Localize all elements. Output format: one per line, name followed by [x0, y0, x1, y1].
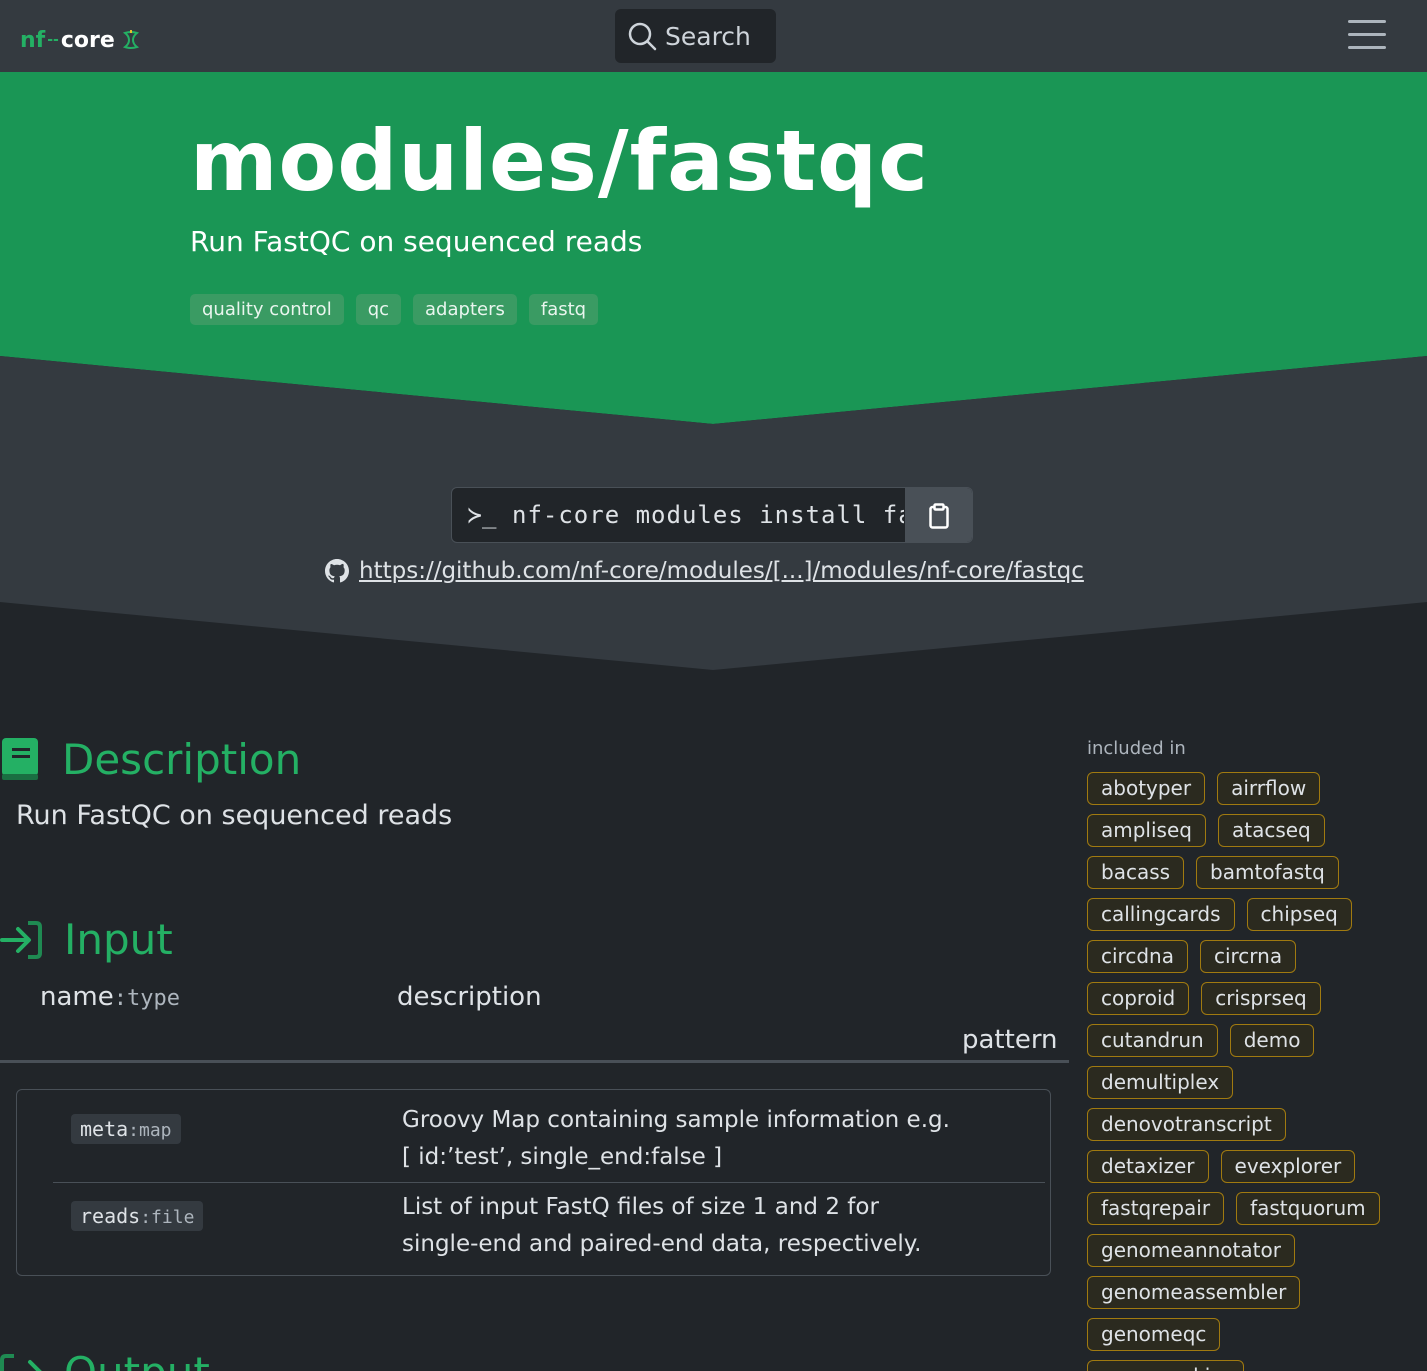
pipeline-pill[interactable]: circrna: [1199, 940, 1297, 973]
row-divider: [53, 1182, 1045, 1183]
page-subtitle: Run FastQC on sequenced reads: [190, 225, 643, 258]
pipeline-pill[interactable]: ampliseq: [1087, 814, 1206, 847]
description-text: Run FastQC on sequenced reads: [16, 800, 453, 831]
menu-toggle-button[interactable]: [1348, 20, 1386, 52]
install-section: ≻_ nf-core modules install fastqc https:…: [0, 356, 1427, 671]
pipeline-pill[interactable]: airrflow: [1217, 772, 1321, 805]
keyword-tags: quality control qc adapters fastq: [190, 294, 599, 325]
github-url-link[interactable]: https://github.com/nf-core/modules/[...]…: [359, 558, 1084, 584]
pipeline-pill[interactable]: bacass: [1087, 856, 1185, 889]
install-command-box: ≻_ nf-core modules install fastqc: [451, 487, 973, 543]
navbar: nf -- core Search: [0, 0, 1427, 72]
page-title: modules/fastqc: [190, 112, 929, 210]
pipeline-pill[interactable]: genomeannotator: [1087, 1234, 1295, 1267]
clipboard-icon: [928, 503, 949, 529]
column-header-description: description: [397, 982, 542, 1012]
pipeline-pill[interactable]: abotyper: [1087, 772, 1206, 805]
pipeline-pill[interactable]: chipseq: [1246, 898, 1352, 931]
input-arrow-icon: [0, 920, 42, 959]
output-heading: Output: [0, 1348, 210, 1371]
pipeline-pill[interactable]: genomeskim: [1087, 1360, 1244, 1371]
description-heading: Description: [0, 735, 301, 784]
apple-core-icon: [122, 30, 139, 49]
input-description: Groovy Map containing sample information…: [402, 1107, 950, 1170]
pipeline-pill[interactable]: demultiplex: [1087, 1066, 1234, 1099]
pipeline-pill[interactable]: cutandrun: [1087, 1024, 1218, 1057]
copy-button[interactable]: [905, 488, 972, 542]
book-icon: [2, 737, 38, 780]
keyword-tag: quality control: [190, 294, 344, 325]
pipeline-pill[interactable]: circdna: [1087, 940, 1188, 973]
input-description: List of input FastQ files of size 1 and …: [402, 1194, 922, 1257]
nf-core-logo[interactable]: nf -- core: [20, 25, 139, 55]
keyword-tag: qc: [355, 294, 402, 325]
included-in-label: included in: [1087, 738, 1186, 759]
input-table: meta:map Groovy Map containing sample in…: [16, 1089, 1051, 1276]
hamburger-icon: [1348, 20, 1386, 23]
output-arrow-icon: [0, 1353, 42, 1371]
search-button[interactable]: Search: [615, 9, 776, 63]
pipeline-pill[interactable]: denovotranscript: [1087, 1108, 1286, 1141]
github-icon: [325, 559, 349, 583]
column-header-pattern: pattern: [962, 1025, 1058, 1055]
pipeline-list: abotyper airrflow ampliseq atacseq bacass bam…: [1087, 772, 1387, 1371]
pipeline-pill[interactable]: callingcards: [1087, 898, 1235, 931]
pipeline-pill[interactable]: evexplorer: [1220, 1150, 1356, 1183]
pipeline-pill[interactable]: bamtofastq: [1196, 856, 1339, 889]
pipeline-pill[interactable]: fastqrepair: [1087, 1192, 1225, 1225]
input-heading: Input: [0, 915, 173, 964]
terminal-prompt-icon: ≻_: [467, 501, 497, 529]
keyword-tag: fastq: [528, 294, 599, 325]
search-icon: [628, 22, 657, 51]
input-name-chip: meta:map: [71, 1114, 181, 1144]
pipeline-pill[interactable]: genomeassembler: [1087, 1276, 1301, 1309]
pipeline-pill[interactable]: crisprseq: [1201, 982, 1321, 1015]
pipeline-pill[interactable]: atacseq: [1217, 814, 1325, 847]
table-header-divider: [0, 1060, 1069, 1063]
pipeline-pill[interactable]: genomeqc: [1087, 1318, 1221, 1351]
pipeline-pill[interactable]: detaxizer: [1087, 1150, 1209, 1183]
pipeline-pill[interactable]: coproid: [1087, 982, 1190, 1015]
column-header-name: name:type: [40, 982, 180, 1012]
pipeline-pill[interactable]: demo: [1229, 1024, 1315, 1057]
install-command[interactable]: nf-core modules install fastqc: [512, 501, 904, 529]
github-link-row: https://github.com/nf-core/modules/[...]…: [325, 558, 1084, 584]
pipeline-pill[interactable]: fastquorum: [1236, 1192, 1380, 1225]
input-name-chip: reads:file: [71, 1201, 204, 1231]
keyword-tag: adapters: [413, 294, 517, 325]
search-label: Search: [665, 21, 751, 51]
